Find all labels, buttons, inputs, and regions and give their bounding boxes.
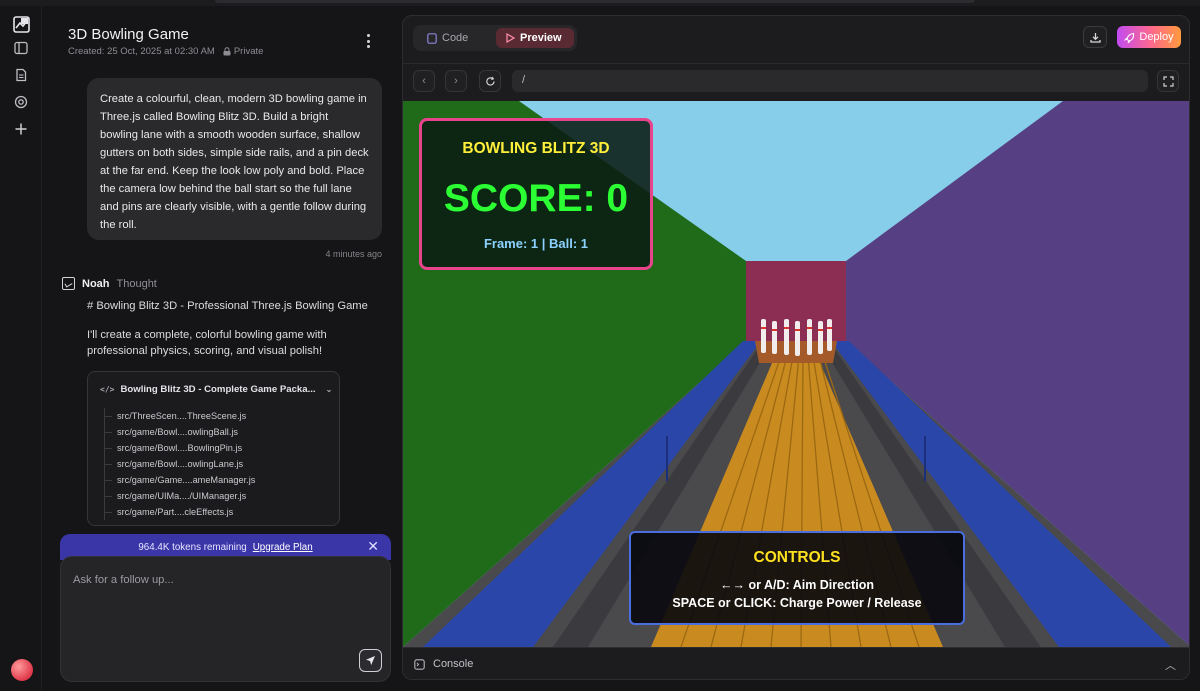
- play-icon: [506, 33, 515, 43]
- console-icon: [414, 659, 425, 670]
- project-meta: Created: 25 Oct, 2025 at 02:30 AM Privat…: [68, 46, 263, 57]
- send-icon: [366, 656, 375, 665]
- visibility-label: Private: [233, 46, 264, 57]
- agent-status[interactable]: Thought: [117, 278, 157, 290]
- back-button[interactable]: ‹: [413, 70, 435, 92]
- more-options-icon[interactable]: [360, 32, 376, 50]
- message-timestamp: 4 minutes ago: [325, 249, 382, 259]
- browser-nav-bar: ‹ › /: [403, 63, 1189, 100]
- app-logo-icon[interactable]: [12, 15, 30, 33]
- new-chat-icon[interactable]: [12, 120, 30, 138]
- project-title: 3D Bowling Game: [68, 26, 189, 43]
- agent-header: Noah Thought: [62, 277, 157, 290]
- agent-name: Noah: [82, 277, 110, 290]
- game-title: BOWLING BLITZ 3D: [462, 140, 610, 157]
- lock-icon: [223, 47, 231, 56]
- left-rail: [0, 6, 42, 691]
- send-button[interactable]: [359, 649, 382, 672]
- fullscreen-icon: [1162, 75, 1174, 87]
- package-title: Bowling Blitz 3D - Complete Game Packa..…: [120, 384, 316, 395]
- user-message: Create a colourful, clean, modern 3D bow…: [87, 78, 382, 240]
- rocket-icon: [1124, 32, 1135, 43]
- download-button[interactable]: [1083, 26, 1107, 48]
- file-item[interactable]: src/game/Game....ameManager.js: [104, 472, 255, 488]
- file-item[interactable]: src/game/Bowl....BowlingPin.js: [104, 440, 255, 456]
- chevron-down-icon[interactable]: ⌄: [326, 385, 333, 394]
- sidebar-toggle-icon[interactable]: [12, 39, 30, 57]
- score-display: SCORE: 0: [443, 177, 629, 220]
- file-item[interactable]: src/ThreeScen....ThreeScene.js: [104, 408, 255, 424]
- console-label: Console: [433, 658, 474, 670]
- settings-icon[interactable]: [12, 93, 30, 111]
- tokens-remaining: 964.4K tokens remaining: [138, 541, 247, 553]
- composer[interactable]: Ask for a follow up...: [60, 556, 391, 682]
- file-item[interactable]: src/game/Bowl....owlingBall.js: [104, 424, 255, 440]
- window-tab-strip: [215, 0, 975, 3]
- controls-power-line: SPACE or CLICK: Charge Power / Release: [672, 596, 922, 610]
- created-date: Created: 25 Oct, 2025 at 02:30 AM: [68, 46, 215, 57]
- agent-heading: # Bowling Blitz 3D - Professional Three.…: [87, 300, 368, 312]
- preview-panel: Code Preview Deploy ‹ › / BOWLING BLITZ …: [402, 15, 1190, 680]
- console-bar[interactable]: Console ︿: [403, 647, 1189, 679]
- view-tabs: Code Preview: [413, 25, 577, 51]
- file-item[interactable]: src/game/Bowl....owlingLane.js: [104, 456, 255, 472]
- file-package-card[interactable]: </> Bowling Blitz 3D - Complete Game Pac…: [87, 371, 340, 526]
- deploy-label: Deploy: [1139, 31, 1174, 43]
- controls-title: CONTROLS: [753, 549, 841, 566]
- chevron-right-icon: ›: [454, 75, 458, 87]
- agent-paragraph: I'll create a complete, colorful bowling…: [87, 329, 327, 357]
- chat-panel: 3D Bowling Game Created: 25 Oct, 2025 at…: [42, 6, 399, 691]
- chevron-up-icon[interactable]: ︿: [1165, 657, 1176, 673]
- code-icon: </>: [100, 385, 115, 394]
- package-header[interactable]: </> Bowling Blitz 3D - Complete Game Pac…: [100, 384, 332, 395]
- file-item[interactable]: src/game/Part....cleEffects.js: [104, 504, 255, 520]
- frame-ball-display: Frame: 1 | Ball: 1: [483, 236, 589, 251]
- tab-preview[interactable]: Preview: [496, 28, 574, 48]
- deploy-button[interactable]: Deploy: [1117, 26, 1181, 48]
- score-hud: BOWLING BLITZ 3D SCORE: 0 Frame: 1 | Bal…: [419, 118, 653, 270]
- agent-logo-icon: [62, 277, 75, 290]
- code-file-icon: [427, 32, 437, 44]
- upgrade-plan-link[interactable]: Upgrade Plan: [253, 542, 313, 553]
- fullscreen-button[interactable]: [1157, 70, 1179, 92]
- close-icon[interactable]: ✕: [367, 538, 379, 555]
- file-item[interactable]: src/game/UIMa..../UIManager.js: [104, 488, 255, 504]
- controls-panel: CONTROLS ←→ or A/D: Aim Direction SPACE …: [629, 531, 965, 625]
- forward-button[interactable]: ›: [445, 70, 467, 92]
- game-canvas[interactable]: BOWLING BLITZ 3D SCORE: 0 Frame: 1 | Bal…: [403, 101, 1189, 647]
- tab-preview-label: Preview: [520, 32, 562, 44]
- download-icon: [1089, 32, 1101, 43]
- reload-icon: [485, 76, 495, 86]
- chevron-left-icon: ‹: [422, 75, 426, 87]
- tab-code[interactable]: Code: [417, 28, 478, 48]
- visibility-badge: Private: [223, 46, 264, 57]
- tab-code-label: Code: [442, 32, 469, 44]
- user-avatar[interactable]: [11, 659, 33, 681]
- url-input[interactable]: /: [512, 70, 1148, 92]
- package-file-list: src/ThreeScen....ThreeScene.js src/game/…: [104, 408, 255, 520]
- follow-up-input[interactable]: Ask for a follow up...: [73, 574, 174, 586]
- document-icon[interactable]: [12, 66, 30, 84]
- reload-button[interactable]: [479, 70, 501, 92]
- controls-aim-line: ←→ or A/D: Aim Direction: [720, 578, 874, 592]
